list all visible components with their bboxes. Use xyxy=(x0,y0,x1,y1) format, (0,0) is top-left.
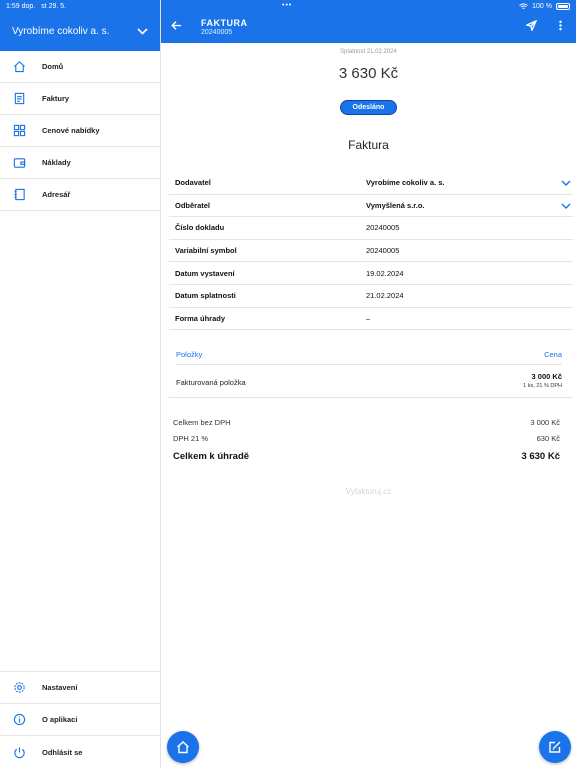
detail-value: 19.02.2024 xyxy=(366,268,404,278)
total-label: Celkem bez DPH xyxy=(173,417,231,427)
status-indicators: 100 % xyxy=(519,2,570,10)
detail-row-due-date: Datum splatnosti 21.02.2024 xyxy=(169,285,573,308)
company-name: Vyrobíme cokoliv a. s. xyxy=(12,26,110,37)
price-column-label: Cena xyxy=(544,350,562,360)
power-icon xyxy=(12,745,26,759)
detail-row-issue-date: Datum vystavení 19.02.2024 xyxy=(169,262,573,285)
detail-key: Variabilní symbol xyxy=(175,246,237,256)
total-value: 3 000 Kč xyxy=(530,417,560,427)
items-column-label: Položky xyxy=(176,350,203,360)
total-value: 630 Kč xyxy=(536,434,560,444)
info-icon xyxy=(12,713,26,727)
list-item[interactable]: Fakturovaná položka 3 000 Kč 1 ks, 21 % … xyxy=(169,365,573,399)
back-arrow-icon[interactable] xyxy=(171,20,187,34)
home-icon xyxy=(177,741,189,754)
detail-key: Dodavatel xyxy=(175,178,211,188)
battery-icon xyxy=(556,2,570,10)
sidebar: Vyrobíme cokoliv a. s. Domů Faktury Ceno… xyxy=(0,0,161,768)
total-row-vat: DPH 21 % 630 Kč xyxy=(173,431,560,448)
items-header: Položky Cena xyxy=(176,350,562,366)
detail-row-customer[interactable]: Odběratel Vymyšlená s.r.o. xyxy=(169,195,573,218)
chevron-down-icon[interactable] xyxy=(561,174,571,192)
detail-value: – xyxy=(366,313,371,323)
sidebar-item-label: Cenové nabídky xyxy=(42,126,100,135)
sidebar-item-label: Náklady xyxy=(42,158,71,167)
detail-row-payment-method: Forma úhrady – xyxy=(169,308,573,331)
edit-icon xyxy=(549,741,561,753)
invoice-icon xyxy=(12,92,26,106)
sidebar-item-label: Faktury xyxy=(42,94,70,103)
sidebar-item-invoices[interactable]: Faktury xyxy=(0,83,160,115)
sidebar-item-address-book[interactable]: Adresář xyxy=(0,179,160,211)
detail-row-document-number: Číslo dokladu 20240005 xyxy=(169,217,573,240)
status-time-date: 1:59 dop. st 29. 5. xyxy=(6,3,66,10)
chevron-down-icon xyxy=(137,26,148,38)
item-name: Fakturovaná položka xyxy=(176,378,246,388)
send-icon[interactable] xyxy=(524,19,538,34)
detail-key: Datum splatnosti xyxy=(175,291,236,301)
brand-footer: Vyfakturuj.cz xyxy=(345,486,392,496)
sidebar-item-logout[interactable]: Odhlásit se xyxy=(0,736,160,768)
edit-fab-button[interactable] xyxy=(539,731,571,763)
detail-row-supplier[interactable]: Dodavatel Vyrobíme cokoliv a. s. xyxy=(169,172,573,195)
detail-key: Datum vystavení xyxy=(175,268,235,278)
sidebar-item-quotes[interactable]: Cenové nabídky xyxy=(0,115,160,147)
sidebar-item-label: Nastavení xyxy=(42,683,78,692)
battery-percent: 100 % xyxy=(532,2,552,10)
detail-row-variable-symbol: Variabilní symbol 20240005 xyxy=(169,240,573,263)
grand-total-row: Celkem k úhradě 3 630 Kč xyxy=(173,448,560,465)
detail-value: 20240005 xyxy=(366,223,400,233)
sidebar-item-label: Domů xyxy=(42,62,64,71)
detail-value: 21.02.2024 xyxy=(366,291,404,301)
invoice-details: Dodavatel Vyrobíme cokoliv a. s. Odběrat… xyxy=(169,172,573,331)
main-content: FAKTURA 20240005 Splatnost 21.02.2024 3 … xyxy=(161,0,576,768)
sidebar-item-label: Adresář xyxy=(42,190,71,199)
sidebar-bottom-menu: Nastavení O aplikaci Odhlásit se xyxy=(0,671,160,768)
sidebar-item-label: O aplikaci xyxy=(42,715,78,724)
home-fab-button[interactable] xyxy=(167,731,199,763)
status-wrap: Odesláno xyxy=(161,96,576,115)
detail-key: Forma úhrady xyxy=(175,313,226,323)
total-row-without-vat: Celkem bez DPH 3 000 Kč xyxy=(173,414,560,431)
detail-key: Číslo dokladu xyxy=(175,223,225,233)
detail-value: Vyrobíme cokoliv a. s. xyxy=(366,178,445,188)
chevron-down-icon[interactable] xyxy=(561,197,571,215)
detail-value: 20240005 xyxy=(366,246,400,256)
item-quantity-vat: 1 ks, 21 % DPH xyxy=(523,383,562,390)
status-bar: 1:59 dop. st 29. 5. ••• 100 % xyxy=(0,0,576,12)
page-subtitle: 20240005 xyxy=(201,28,233,36)
sidebar-item-settings[interactable]: Nastavení xyxy=(0,672,160,704)
detail-key: Odběratel xyxy=(175,200,211,210)
item-price: 3 000 Kč xyxy=(531,372,562,382)
grand-total-value: 3 630 Kč xyxy=(521,450,560,462)
document-title: Faktura xyxy=(348,138,389,152)
grand-total-label: Celkem k úhradě xyxy=(173,450,250,462)
page-title: FAKTURA xyxy=(201,17,248,28)
due-date: Splatnost 21.02.2024 xyxy=(340,49,397,55)
status-time: 1:59 dop. xyxy=(6,2,36,10)
header-titles: FAKTURA 20240005 xyxy=(201,18,526,36)
wallet-icon xyxy=(12,156,26,170)
more-vertical-icon[interactable] xyxy=(555,20,566,34)
sidebar-item-home[interactable]: Domů xyxy=(0,51,160,83)
wifi-icon xyxy=(519,2,528,9)
multitasking-dots-icon[interactable]: ••• xyxy=(282,2,292,9)
sidebar-item-about[interactable]: O aplikaci xyxy=(0,704,160,736)
gear-icon xyxy=(12,681,26,695)
sidebar-item-label: Odhlásit se xyxy=(42,747,83,757)
grid-icon xyxy=(12,124,26,138)
totals: Celkem bez DPH 3 000 Kč DPH 21 % 630 Kč … xyxy=(173,414,560,465)
status-badge: Odesláno xyxy=(339,100,398,115)
invoice-amount: 3 630 Kč xyxy=(338,65,399,82)
home-icon xyxy=(12,60,26,74)
sidebar-item-expenses[interactable]: Náklady xyxy=(0,147,160,179)
total-label: DPH 21 % xyxy=(173,434,209,444)
status-date: st 29. 5. xyxy=(41,2,67,10)
detail-value: Vymyšlená s.r.o. xyxy=(366,200,425,210)
address-book-icon xyxy=(12,188,26,202)
header-actions xyxy=(524,19,566,34)
